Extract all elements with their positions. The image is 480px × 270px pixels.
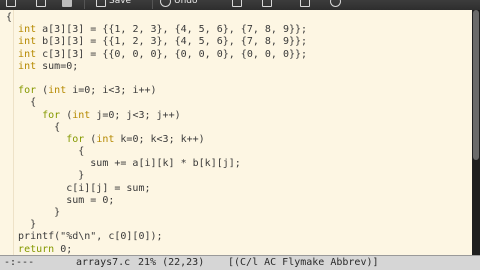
code-line[interactable]: {	[6, 97, 307, 109]
code-line[interactable]: int c[3][3] = {{0, 0, 0}, {0, 0, 0}, {0,…	[6, 49, 307, 61]
code-line[interactable]: }	[6, 207, 307, 219]
code-line[interactable]: return 0;	[6, 244, 307, 255]
scrollbar-thumb[interactable]	[473, 10, 479, 160]
mode-line: -:--- arrays7.c 21% (22,23) [(C/l AC Fly…	[0, 255, 480, 270]
code-line[interactable]: {	[6, 122, 307, 134]
code-line[interactable]: {	[6, 12, 307, 24]
code-text[interactable]: { int a[3][3] = {{1, 2, 3}, {4, 5, 6}, {…	[6, 12, 307, 255]
code-line[interactable]: printf("%d\n", c[0][0]);	[6, 231, 307, 243]
save-label: Save	[109, 0, 132, 6]
code-line[interactable]: sum += a[i][k] * b[k][j];	[6, 158, 307, 170]
copy-icon[interactable]	[262, 0, 272, 8]
buffer-name[interactable]: arrays7.c	[76, 256, 130, 270]
cursor-position: 21% (22,23)	[138, 257, 205, 268]
code-line[interactable]	[6, 73, 307, 85]
vertical-scrollbar[interactable]	[472, 10, 480, 255]
undo-icon	[160, 0, 171, 7]
undo-button[interactable]: Undo	[160, 0, 198, 8]
code-line[interactable]: for (int j=0; j<3; j++)	[6, 110, 307, 122]
major-minor-modes[interactable]: [(C/l AC Flymake Abbrev)]	[228, 256, 379, 270]
code-line[interactable]: sum = 0;	[6, 195, 307, 207]
new-file-icon[interactable]	[6, 0, 16, 8]
code-line[interactable]: int sum=0;	[6, 61, 307, 73]
code-line[interactable]: for (int k=0; k<3; k++)	[6, 134, 307, 146]
code-editor[interactable]: { int a[3][3] = {{1, 2, 3}, {4, 5, 6}, {…	[0, 10, 472, 255]
buffer-status: -:---	[4, 257, 35, 268]
open-file-icon[interactable]	[36, 0, 46, 8]
code-line[interactable]: int b[3][3] = {{1, 2, 3}, {4, 5, 6}, {7,…	[6, 36, 307, 48]
search-icon[interactable]	[330, 0, 341, 8]
save-button[interactable]: Save	[96, 0, 131, 8]
toolbar: Save Undo	[0, 0, 480, 10]
code-line[interactable]: {	[6, 146, 307, 158]
save-icon	[96, 0, 106, 7]
cut-icon[interactable]	[232, 0, 242, 8]
code-line[interactable]: }	[6, 170, 307, 182]
code-line[interactable]: int a[3][3] = {{1, 2, 3}, {4, 5, 6}, {7,…	[6, 24, 307, 36]
code-line[interactable]: }	[6, 219, 307, 231]
close-buffer-icon[interactable]	[62, 0, 72, 8]
code-line[interactable]: c[i][j] = sum;	[6, 183, 307, 195]
paste-icon[interactable]	[300, 0, 310, 8]
undo-label: Undo	[174, 0, 198, 6]
code-line[interactable]: for (int i=0; i<3; i++)	[6, 85, 307, 97]
